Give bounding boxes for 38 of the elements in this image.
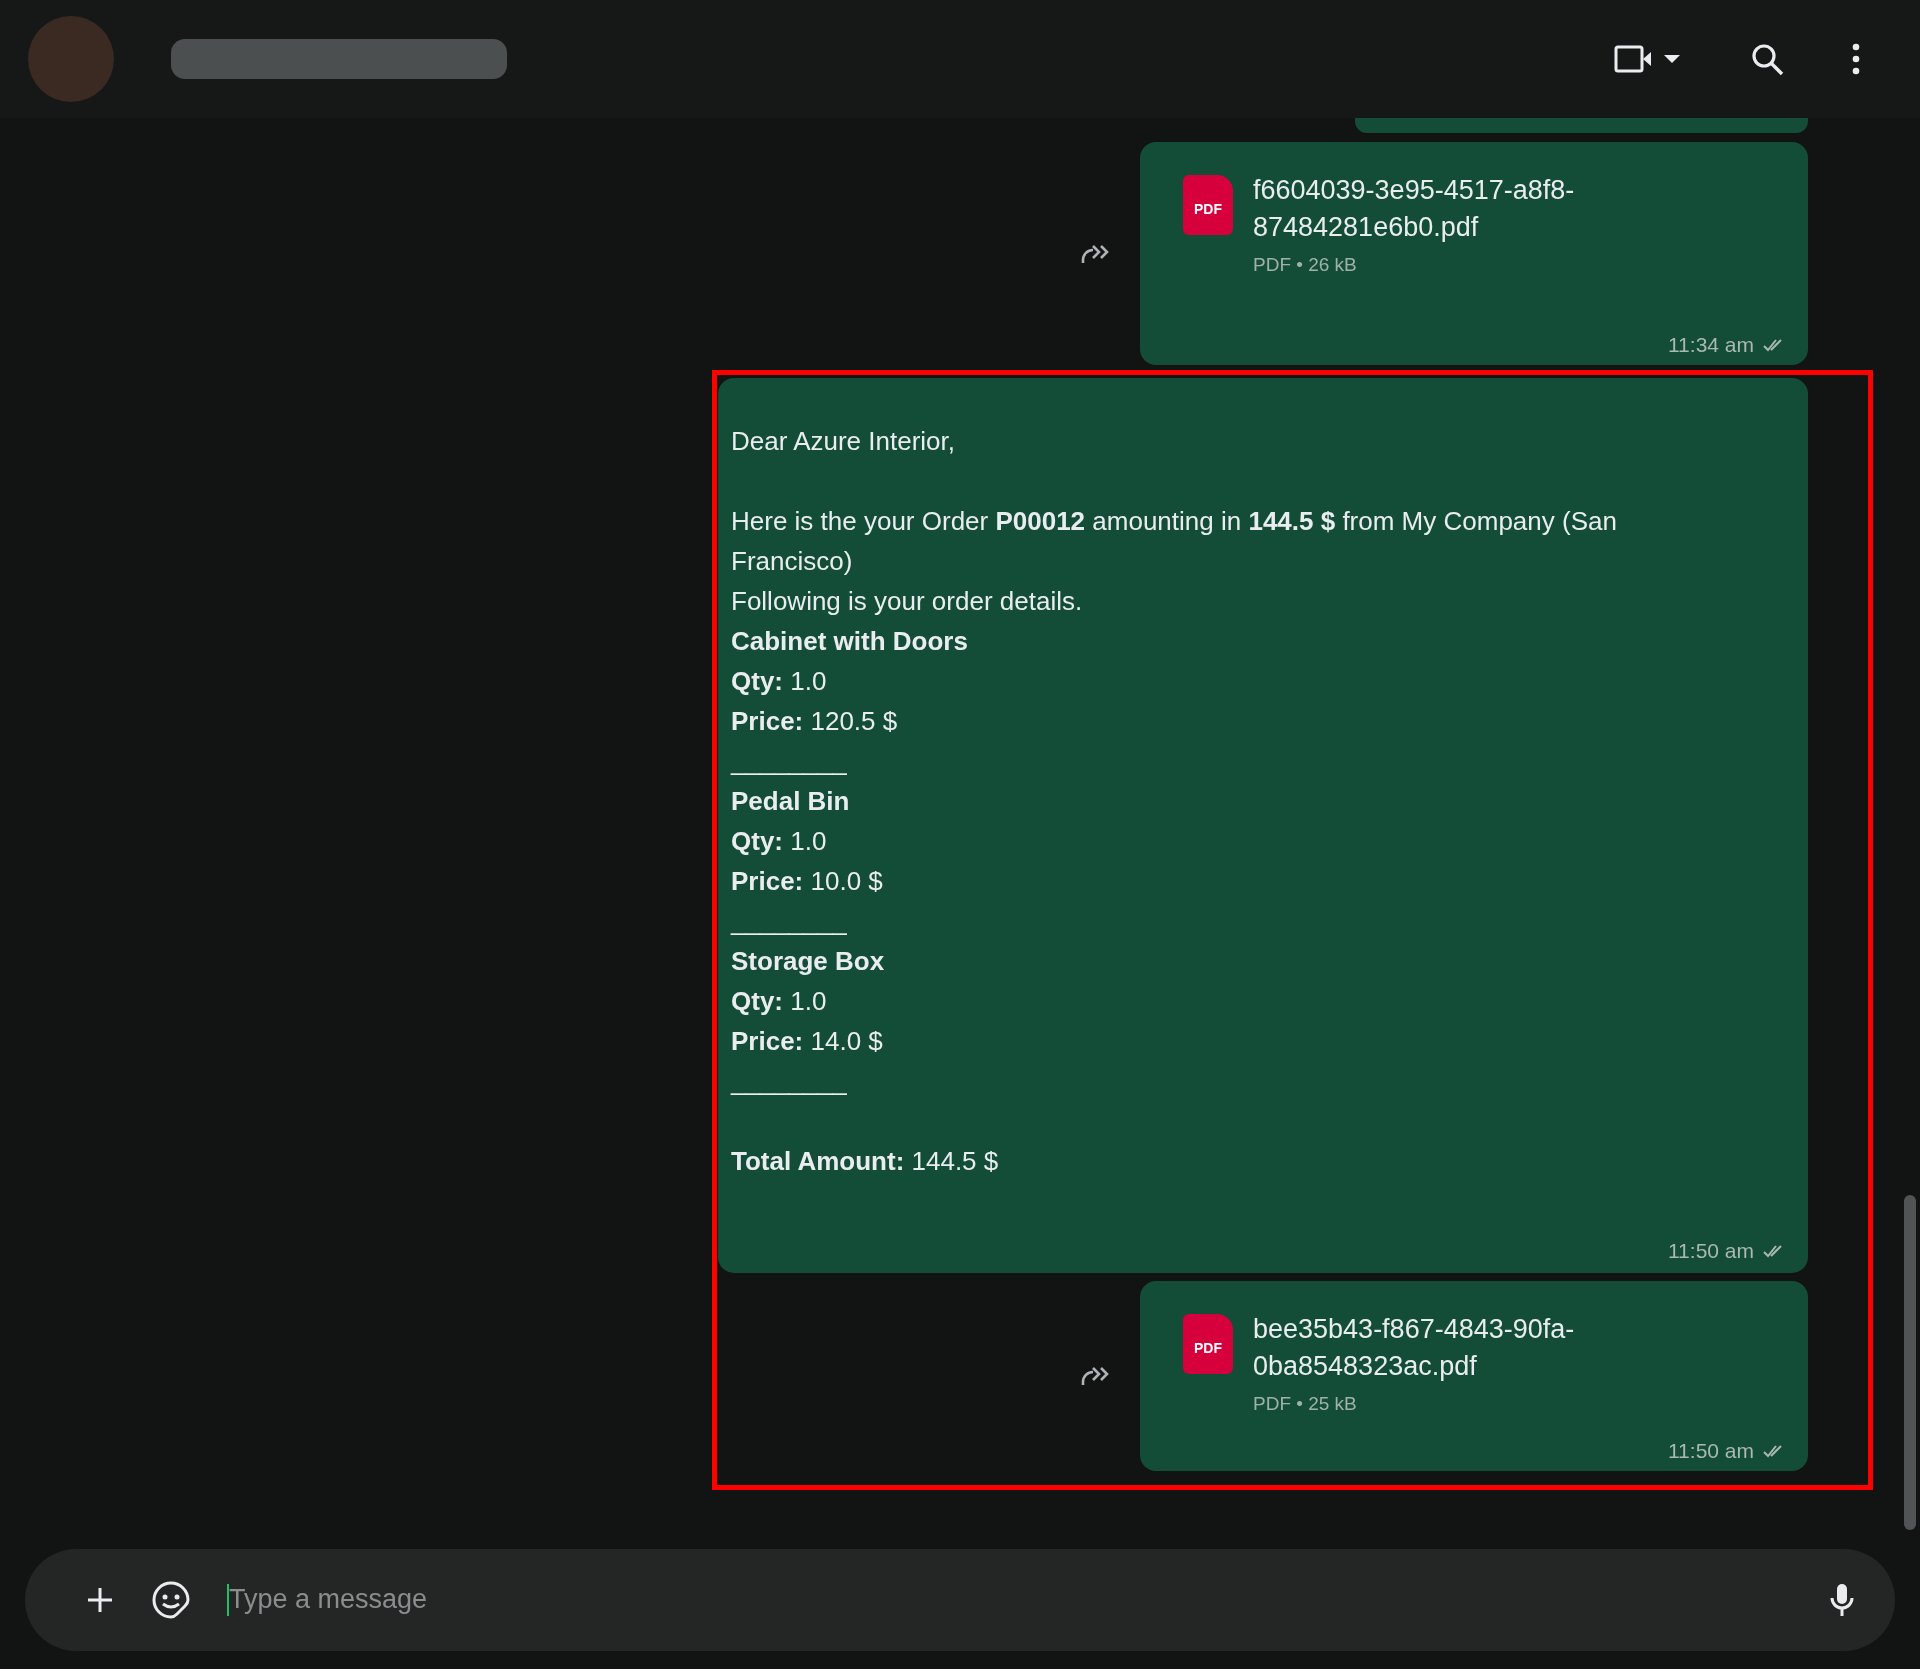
message-line: Here is the your Order P00012 amounting in 144.5 $ from My Company (San Francisco) [731,505,1618,578]
timestamp: 11:34 am [1668,333,1754,357]
item-name: Pedal Bin [731,785,851,818]
timestamp: 11:50 am [1668,1239,1754,1263]
item-name: Storage Box [731,945,886,978]
message-line: Following is your order details. [731,585,1084,618]
message-line: Total Amount: 144.5 $ [731,1145,1000,1178]
text-cursor [227,1583,229,1616]
message-line: Qty: 1.0 [731,985,828,1018]
message-field[interactable]: Type a message [229,1584,1793,1615]
pdf-file-icon: PDF [1183,1314,1233,1374]
microphone-icon[interactable] [1829,1581,1855,1618]
message-bubble[interactable]: PDF f6604039-3e95-4517-a8f8-87484281e6b0.pdf PDF • 26 kB 11:34 am [1140,142,1808,365]
message-line: Dear Azure Interior, [731,425,956,458]
search-icon[interactable] [1750,42,1784,76]
message-line: Qty: 1.0 [731,825,828,858]
scrollbar-thumb[interactable] [1904,1195,1916,1530]
menu-icon[interactable] [1852,43,1860,75]
pdf-file-icon: PDF [1183,175,1233,235]
separator-text: ________ [731,1065,848,1098]
message-line: Price: 120.5 $ [731,705,899,738]
file-meta: PDF • 25 kB [1253,1393,1358,1415]
double-check-icon [1762,1243,1784,1259]
separator-text: ________ [731,745,848,778]
message-line: Price: 14.0 $ [731,1025,884,1058]
sticker-icon[interactable] [151,1579,191,1620]
double-check-icon [1762,1443,1784,1459]
file-meta: PDF • 26 kB [1253,254,1358,276]
double-check-icon [1762,337,1784,353]
timestamp: 11:50 am [1668,1439,1754,1463]
file-name[interactable]: bee35b43-f867-4843-90fa-0ba8548323ac.pdf [1253,1311,1633,1385]
message-bubble[interactable]: PDF bee35b43-f867-4843-90fa-0ba8548323ac.pdf PDF • 25 kB 11:50 am [1140,1281,1808,1471]
file-name[interactable]: f6604039-3e95-4517-a8f8-87484281e6b0.pdf [1253,172,1633,246]
separator-text: ________ [731,905,848,938]
item-name: Cabinet with Doors [731,625,969,658]
message-line: Qty: 1.0 [731,665,828,698]
message-input-bar[interactable]: Type a message [25,1548,1895,1651]
message-line: Price: 10.0 $ [731,865,884,898]
